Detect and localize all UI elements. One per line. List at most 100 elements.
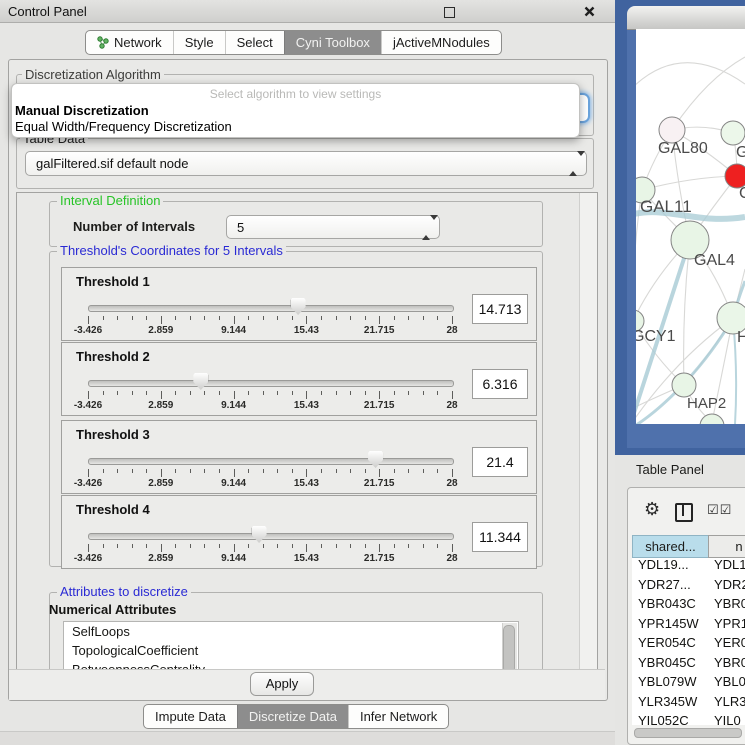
cell-name[interactable]: YBR0 [714, 655, 745, 670]
slider-thumb[interactable] [252, 526, 267, 543]
thresholds-group-title: Threshold's Coordinates for 5 Intervals [57, 244, 286, 258]
algorithm-option-manual[interactable]: Manual Discretization [15, 103, 149, 118]
network-node[interactable] [721, 121, 745, 145]
threshold-value-field[interactable]: 14.713 [472, 294, 528, 324]
cell-shared-name[interactable]: YDL19... [638, 557, 689, 572]
cell-shared-name[interactable]: YLR345W [638, 694, 697, 709]
numerical-attributes-list[interactable]: SelfLoopsTopologicalCoefficientBetweenne… [63, 621, 519, 671]
table-row[interactable]: YPR145W YPR1 [632, 616, 745, 636]
select-columns-checkbox-icons[interactable]: ☑☑ [707, 503, 732, 518]
gear-icon[interactable]: ⚙ [644, 499, 660, 520]
cell-shared-name[interactable]: YBR045C [638, 655, 696, 670]
algorithm-hint-option[interactable]: Select algorithm to view settings [12, 87, 579, 101]
numerical-attributes-label: Numerical Attributes [49, 602, 176, 617]
tab-jactivemnodules[interactable]: jActiveMNodules [381, 31, 501, 54]
table-row[interactable]: YBR045C YBR0 [632, 655, 745, 675]
tab-style[interactable]: Style [173, 31, 225, 54]
cell-name[interactable]: YPR1 [714, 616, 745, 631]
table-row[interactable]: YER054C YER0 [632, 635, 745, 655]
cell-shared-name[interactable]: YDR27... [638, 577, 691, 592]
control-panel-tabs: NetworkStyle Select Cyni ToolboxjActiveMNo… [85, 30, 502, 55]
slider-tick-labels: -3.4262.8599.14415.4321.71528 [88, 478, 452, 489]
cell-shared-name[interactable]: YPR145W [638, 616, 699, 631]
combo-spinner-icon[interactable] [569, 156, 578, 171]
cell-name[interactable]: YBL0 [714, 674, 745, 689]
slider-thumb[interactable] [193, 373, 208, 390]
cell-name[interactable]: YDR2 [714, 577, 745, 592]
threshold-box-1: Threshold 1-3.4262.8599.14415.4321.71528… [61, 267, 537, 341]
cell-shared-name[interactable]: YBL079W [638, 674, 697, 689]
tab-select[interactable]: Select [225, 31, 284, 54]
network-edge[interactable] [672, 57, 745, 130]
network-edge[interactable] [636, 63, 745, 89]
cell-name[interactable]: YER0 [714, 635, 745, 650]
table-horizontal-scrollbar[interactable] [632, 727, 745, 737]
combo-spinner-icon[interactable] [422, 220, 431, 235]
cell-shared-name[interactable]: YBR043C [638, 596, 696, 611]
network-node-label: GAL11 [640, 197, 692, 216]
table-data-combobox[interactable]: galFiltered.sif default node [25, 151, 587, 176]
threshold-box-3: Threshold 3-3.4262.8599.14415.4321.71528… [61, 420, 537, 494]
scrollbar-thumb[interactable] [634, 728, 742, 738]
slider-thumb[interactable] [368, 451, 383, 468]
cell-name[interactable]: YIL0 [714, 713, 741, 725]
attribute-list-item[interactable]: TopologicalCoefficient [64, 641, 518, 660]
slider-track[interactable] [88, 305, 454, 312]
cell-name[interactable]: YDL1 [714, 557, 745, 572]
close-icon[interactable] [584, 6, 595, 17]
discretization-algorithm-label: Discretization Algorithm [22, 68, 164, 82]
slider-ticks [88, 469, 452, 478]
algorithm-option-equal-width[interactable]: Equal Width/Frequency Discretization [15, 119, 232, 134]
table-row[interactable]: YLR345W YLR3 [632, 694, 745, 714]
table-row[interactable]: YBR043C YBR0 [632, 596, 745, 616]
table-row[interactable]: YIL052C YIL0 [632, 713, 745, 725]
scrollbar-thumb[interactable] [503, 625, 515, 671]
network-node[interactable] [700, 414, 724, 424]
table-row[interactable]: YBL079W YBL0 [632, 674, 745, 694]
network-node-label: HAP2 [687, 395, 726, 412]
number-of-intervals-value: 5 [237, 220, 244, 235]
slider-thumb[interactable] [291, 298, 306, 315]
threshold-box-2: Threshold 2-3.4262.8599.14415.4321.71528… [61, 342, 537, 416]
slider-track[interactable] [88, 458, 454, 465]
table-header-shared-name[interactable]: shared... [632, 535, 709, 558]
attributes-list-scrollbar[interactable] [502, 623, 517, 671]
table-header-name[interactable]: n [708, 535, 745, 558]
cell-shared-name[interactable]: YER054C [638, 635, 696, 650]
network-view-canvas[interactable]: GAL80GAGAL11CGAL4GCY1HHAP2 [636, 29, 745, 424]
column-layout-icon[interactable] [675, 503, 693, 522]
network-node-label: C [739, 185, 745, 202]
threshold-value-field[interactable]: 21.4 [472, 447, 528, 477]
network-node-label: GA [736, 144, 745, 161]
table-row[interactable]: YDR27... YDR2 [632, 577, 745, 597]
tab-cyni-toolbox[interactable]: Cyni Toolbox [284, 31, 381, 54]
network-edge[interactable] [642, 176, 737, 190]
tab-label: Select [237, 35, 273, 50]
settings-vertical-scrollbar[interactable] [579, 193, 597, 670]
float-window-icon[interactable] [444, 7, 455, 18]
number-of-intervals-combobox[interactable]: 5 [226, 215, 440, 239]
cell-shared-name[interactable]: YIL052C [638, 713, 689, 725]
interval-definition-label: Interval Definition [57, 194, 163, 208]
apply-button[interactable]: Apply [250, 672, 314, 696]
network-node-label: GAL80 [658, 140, 708, 157]
network-window-titlebar[interactable] [627, 6, 745, 30]
table-row[interactable]: YDL19... YDL1 [632, 557, 745, 577]
slider-track[interactable] [88, 380, 454, 387]
cell-name[interactable]: YLR3 [714, 694, 745, 709]
threshold-label: Threshold 1 [76, 274, 150, 289]
panel-title: Control Panel [8, 4, 87, 19]
network-node[interactable] [672, 373, 696, 397]
tab-infer-network[interactable]: Infer Network [348, 705, 448, 728]
slider-track[interactable] [88, 533, 454, 540]
threshold-value-field[interactable]: 6.316 [472, 369, 528, 399]
threshold-value-field[interactable]: 11.344 [472, 522, 528, 552]
tab-network[interactable]: Network [86, 31, 173, 54]
tab-label: Infer Network [360, 709, 437, 724]
cell-name[interactable]: YBR0 [714, 596, 745, 611]
slider-tick-labels: -3.4262.8599.14415.4321.71528 [88, 400, 452, 411]
tab-discretize-data[interactable]: Discretize Data [237, 705, 348, 728]
attribute-list-item[interactable]: SelfLoops [64, 622, 518, 641]
tab-impute-data[interactable]: Impute Data [144, 705, 237, 728]
node-attribute-table[interactable]: shared... n YDL19... YDL1 YDR27... YDR2 YBR0… [632, 535, 745, 725]
